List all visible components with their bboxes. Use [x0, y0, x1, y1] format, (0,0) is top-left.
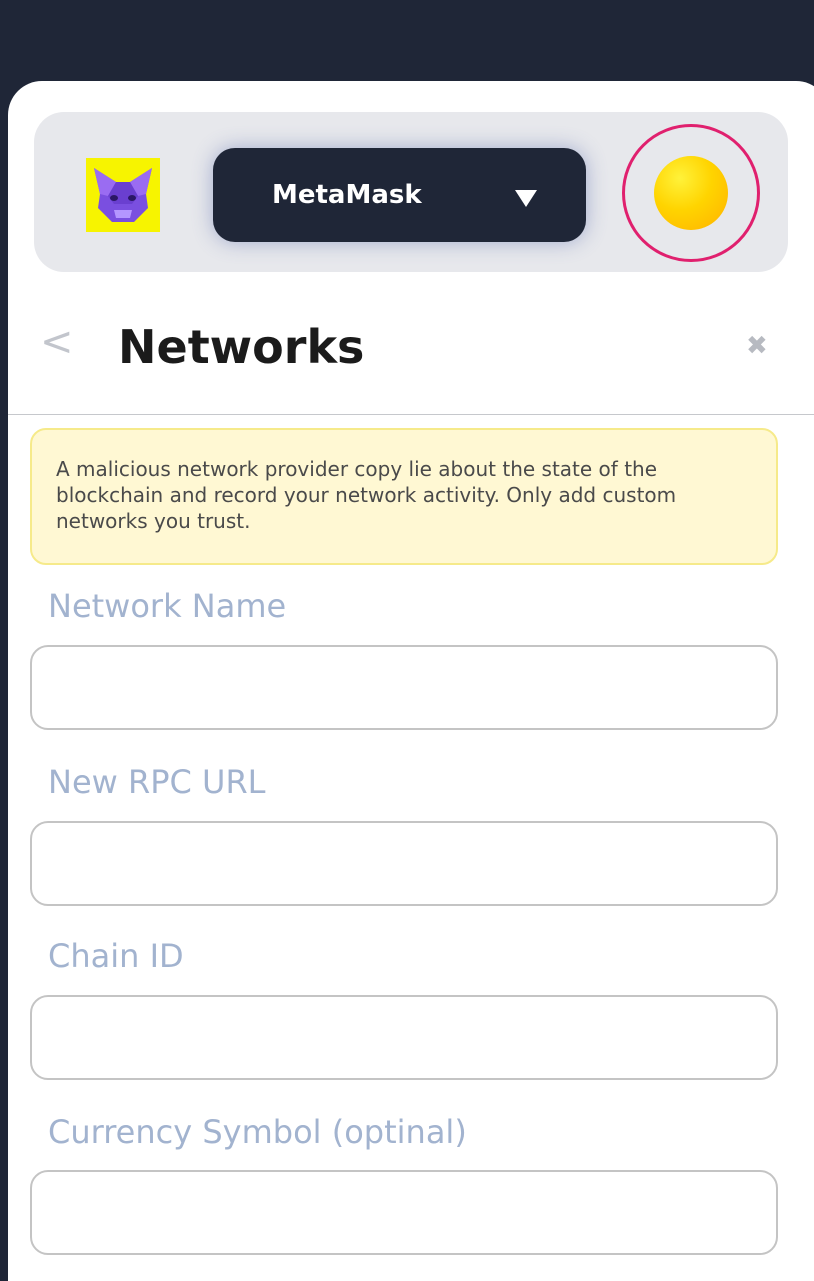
- warning-text: A malicious network provider copy lie ab…: [56, 457, 677, 533]
- avatar: [654, 156, 728, 230]
- divider: [8, 414, 814, 415]
- network-name-label: Network Name: [48, 587, 287, 625]
- chevron-down-icon: [515, 190, 537, 207]
- network-name-input[interactable]: [30, 645, 778, 730]
- back-icon[interactable]: <: [40, 322, 74, 362]
- rpc-url-input[interactable]: [30, 821, 778, 906]
- currency-symbol-input[interactable]: [30, 1170, 778, 1255]
- currency-symbol-label: Currency Symbol (optinal): [48, 1113, 467, 1151]
- network-selector-label: MetaMask: [272, 180, 422, 210]
- network-selector[interactable]: MetaMask: [213, 148, 586, 242]
- chain-id-label: Chain ID: [48, 937, 184, 975]
- account-avatar-button[interactable]: [622, 124, 760, 262]
- page-title: Networks: [118, 320, 365, 374]
- warning-banner: A malicious network provider copy lie ab…: [30, 428, 778, 565]
- rpc-url-label: New RPC URL: [48, 763, 266, 801]
- metamask-fox-icon[interactable]: [86, 158, 160, 232]
- close-icon[interactable]: ✖: [746, 333, 768, 359]
- chain-id-input[interactable]: [30, 995, 778, 1080]
